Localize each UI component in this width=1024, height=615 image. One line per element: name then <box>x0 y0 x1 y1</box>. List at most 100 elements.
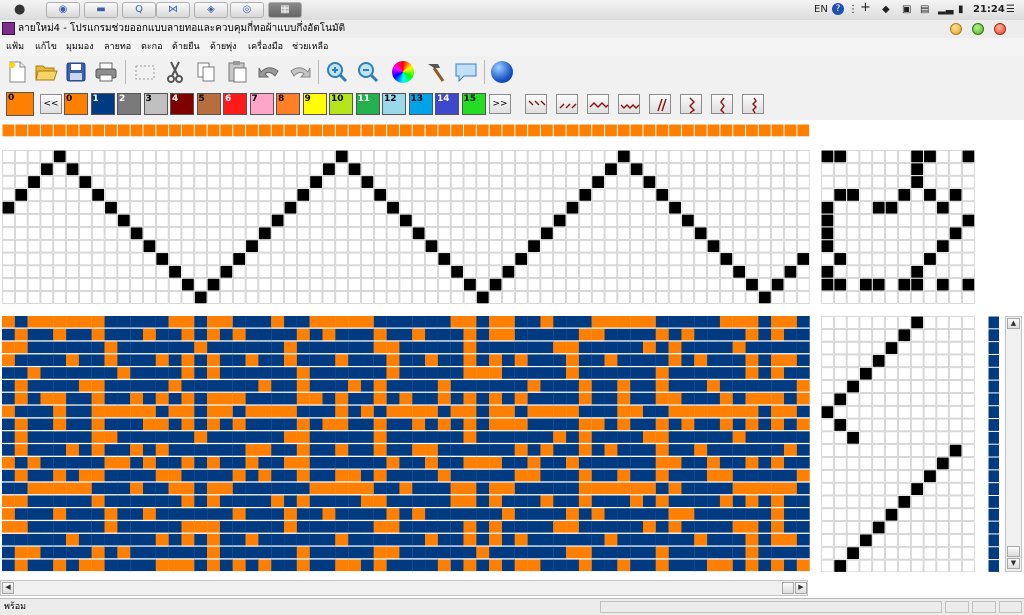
treadling-grid[interactable] <box>821 316 975 572</box>
menu-heddle[interactable]: ตะกอ <box>141 40 163 54</box>
save-icon[interactable] <box>63 59 89 85</box>
color-swatch-10[interactable]: 10 <box>329 93 353 115</box>
fabric-cell <box>745 431 759 445</box>
visual-studio-icon[interactable]: ⋈ <box>156 2 190 18</box>
search-icon[interactable]: Q <box>122 2 156 18</box>
scroll-right-button[interactable]: ▶ <box>795 582 807 594</box>
threading-cell <box>322 265 336 278</box>
input-language[interactable]: EN <box>814 3 828 17</box>
scroll-left-button[interactable]: ◀ <box>2 582 14 594</box>
twill-backslash-pattern[interactable] <box>525 94 547 114</box>
menu-view[interactable]: มุมมอง <box>66 40 94 54</box>
color-swatch-4[interactable]: 4 <box>170 93 194 115</box>
warp-color-strip[interactable] <box>2 124 810 137</box>
print-icon[interactable] <box>93 59 119 85</box>
app-icon-2[interactable]: ◎ <box>230 2 264 18</box>
menu-help[interactable]: ช่วยเหลือ <box>292 40 328 54</box>
hammer-icon[interactable] <box>422 59 448 85</box>
scroll-up-button[interactable]: ▲ <box>1007 318 1020 329</box>
maximize-button[interactable] <box>972 23 984 35</box>
comment-icon[interactable] <box>453 59 479 85</box>
wave-vertical-pattern[interactable] <box>742 94 764 114</box>
redo-icon[interactable] <box>287 59 313 85</box>
color-swatch-14[interactable]: 14 <box>435 93 459 115</box>
color-swatch-12[interactable]: 12 <box>382 93 406 115</box>
color-wheel-icon[interactable] <box>390 59 416 85</box>
step-pattern[interactable] <box>680 94 702 114</box>
color-swatch-15[interactable]: 15 <box>461 93 486 115</box>
select-icon[interactable] <box>132 59 158 85</box>
network-icon[interactable]: ◆ <box>882 3 890 17</box>
scroll-down-button[interactable]: ▼ <box>1007 558 1020 569</box>
fabric-row-line <box>732 442 746 445</box>
color-swatch-5[interactable]: 5 <box>196 93 221 115</box>
fabric-row-line <box>360 494 374 496</box>
color-swatch-2[interactable]: 2 <box>117 93 141 115</box>
signal-icon[interactable]: ▂▃ <box>938 3 953 17</box>
fabric-row-line <box>450 365 464 368</box>
menu-edit[interactable]: แก้ไข <box>35 40 57 54</box>
minimize-button[interactable] <box>950 23 962 35</box>
threading-cell <box>40 163 53 176</box>
battery-icon[interactable]: ▮ <box>958 3 964 17</box>
color-swatch-8[interactable]: 8 <box>276 93 300 115</box>
display-icon[interactable]: ▤ <box>920 3 929 17</box>
palette-next-button[interactable]: >> <box>489 94 511 114</box>
color-swatch-0[interactable]: 0 <box>64 93 88 115</box>
device-icon[interactable]: ▣ <box>902 3 911 17</box>
wave-pattern[interactable] <box>587 94 609 114</box>
app-icon-1[interactable]: ◈ <box>194 2 228 18</box>
drawdown-fabric-grid[interactable] <box>2 316 810 572</box>
menu-weft[interactable]: ด้ายพุ่ง <box>210 40 237 54</box>
fabric-row-line <box>335 455 349 457</box>
zigzag-vertical-pattern[interactable] <box>711 94 733 114</box>
threading-cell <box>566 239 579 253</box>
twill-slash-pattern[interactable] <box>556 94 578 114</box>
horizontal-scrollbar[interactable]: ◀ ▶ <box>0 580 808 596</box>
menu-tools[interactable]: เครื่องมือ <box>248 40 283 54</box>
open-folder-icon[interactable] <box>33 59 59 85</box>
help-icon[interactable]: ? <box>832 3 844 15</box>
fabric-cell <box>219 316 233 329</box>
palette-prev-button[interactable]: << <box>40 94 62 114</box>
color-swatch-1[interactable]: 1 <box>90 93 115 115</box>
folder-icon[interactable]: ▬ <box>84 2 118 18</box>
color-swatch-7[interactable]: 7 <box>249 93 274 115</box>
close-button[interactable] <box>994 23 1006 35</box>
fabric-cell <box>591 354 605 368</box>
current-color-swatch[interactable]: 0 <box>6 92 34 116</box>
new-file-icon[interactable] <box>4 59 30 85</box>
color-swatch-9[interactable]: 9 <box>302 93 327 115</box>
browser-icon[interactable]: ◉ <box>46 2 80 18</box>
threading-grid[interactable] <box>2 150 810 304</box>
apple-logo-icon[interactable]: ● <box>14 2 28 18</box>
color-swatch-6[interactable]: 6 <box>223 93 247 115</box>
menu-warp[interactable]: ด้ายยืน <box>172 40 200 54</box>
cut-icon[interactable] <box>162 59 188 85</box>
fabric-cell <box>694 316 708 329</box>
vertical-dots-icon[interactable]: ⋮ <box>848 3 858 17</box>
tie-up-cell <box>872 188 885 202</box>
vertical-scrollbar[interactable]: ▲ ▼ <box>1005 316 1022 572</box>
zigzag-pattern[interactable] <box>618 94 640 114</box>
scroll-thumb-horizontal[interactable] <box>782 582 794 594</box>
scroll-thumb[interactable] <box>1007 546 1020 557</box>
globe-icon[interactable] <box>489 59 515 85</box>
menu-weave[interactable]: ลายทอ <box>104 40 131 54</box>
color-swatch-11[interactable]: 11 <box>355 93 380 115</box>
copy-icon[interactable] <box>193 59 219 85</box>
undo-icon[interactable] <box>256 59 282 85</box>
color-swatch-13[interactable]: 13 <box>408 93 433 115</box>
diagonal-steep-pattern[interactable] <box>649 94 671 114</box>
zoom-in-icon[interactable] <box>324 59 350 85</box>
paste-icon[interactable] <box>224 59 250 85</box>
clock[interactable]: 21:24 <box>973 3 1005 17</box>
menu-file[interactable]: แฟ้ม <box>6 40 24 54</box>
pattern-app-icon[interactable]: ▦ <box>268 2 302 18</box>
weft-color-strip[interactable] <box>988 316 999 572</box>
zoom-out-icon[interactable] <box>355 59 381 85</box>
color-swatch-3[interactable]: 3 <box>143 93 168 115</box>
notification-icon[interactable]: ☰ <box>1006 3 1015 17</box>
tie-up-grid[interactable] <box>821 150 975 304</box>
plus-icon[interactable]: + <box>860 1 871 15</box>
